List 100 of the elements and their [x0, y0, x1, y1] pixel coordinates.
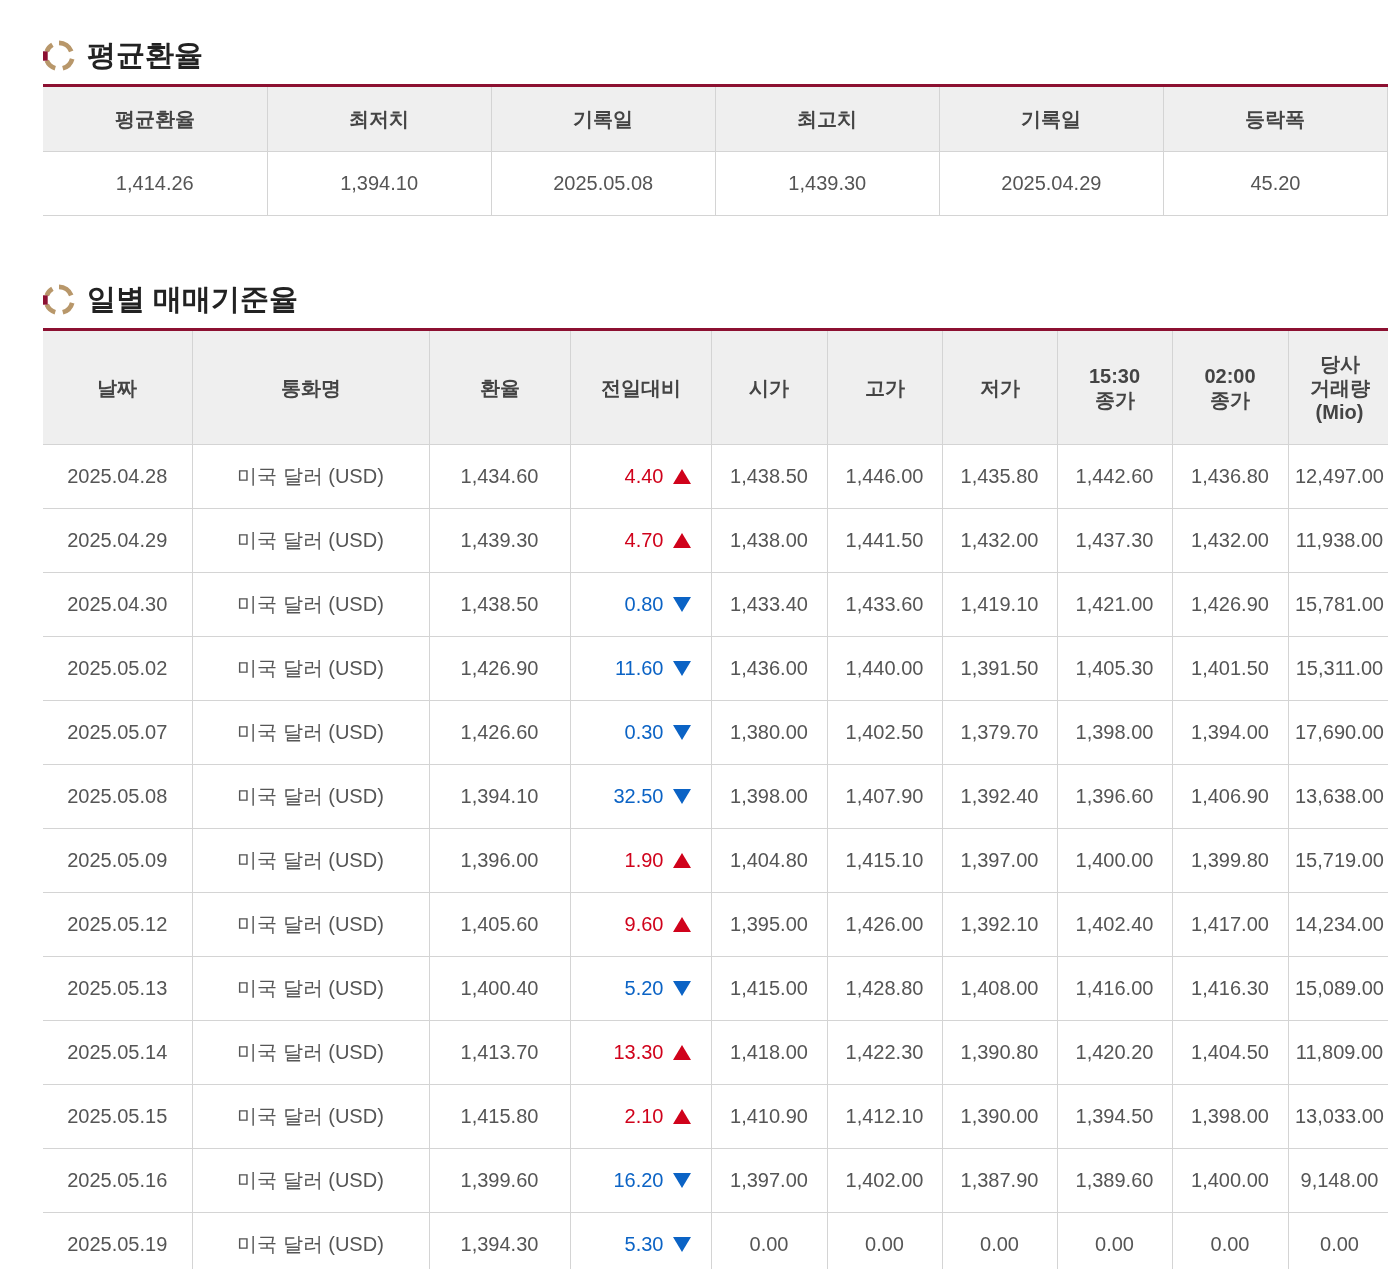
column-header: 평균환율	[43, 85, 268, 152]
table-cell: 1,402.00	[827, 1148, 942, 1213]
table-cell: 1,405.60	[429, 892, 570, 957]
table-cell: 1,391.50	[942, 636, 1057, 701]
table-cell: 1,401.50	[1172, 636, 1288, 701]
table-cell: 미국 달러 (USD)	[192, 828, 429, 893]
table-cell: 1,435.80	[942, 444, 1057, 509]
table-cell: 1,420.20	[1057, 1020, 1172, 1085]
table-cell: 1,399.60	[429, 1148, 570, 1213]
table-cell: 1,442.60	[1057, 444, 1172, 509]
table-cell: 미국 달러 (USD)	[192, 508, 429, 573]
table-cell: 1,416.30	[1172, 956, 1288, 1021]
table-cell: 1,387.90	[942, 1148, 1057, 1213]
change-value: 4.70	[624, 529, 664, 552]
table-cell: 1,441.50	[827, 508, 942, 573]
column-header: 기록일	[491, 85, 716, 152]
column-header: 저가	[942, 329, 1057, 445]
table-cell: 1,408.00	[942, 956, 1057, 1021]
table-cell: 1,426.90	[429, 636, 570, 701]
table-cell: 2025.05.08	[43, 764, 192, 829]
change-value: 5.20	[624, 977, 664, 1000]
table-cell: 1,404.50	[1172, 1020, 1288, 1085]
table-cell: 1,396.00	[429, 828, 570, 893]
table-cell: 1,402.40	[1057, 892, 1172, 957]
table-cell: 1,397.00	[942, 828, 1057, 893]
table-cell: 45.20	[1163, 151, 1388, 216]
table-cell: 1,432.00	[942, 508, 1057, 573]
table-cell: 1,410.90	[711, 1084, 827, 1149]
change-value: 32.50	[613, 785, 664, 808]
change-value: 2.10	[624, 1105, 664, 1128]
table-cell: 2025.04.29	[939, 151, 1164, 216]
column-header: 최고치	[715, 85, 940, 152]
table-cell: 미국 달러 (USD)	[192, 764, 429, 829]
table-cell: 1,439.30	[715, 151, 940, 216]
table-cell: 1,432.00	[1172, 508, 1288, 573]
table-cell: 1,415.10	[827, 828, 942, 893]
change-value: 11.60	[614, 657, 664, 680]
table-cell: 2025.05.12	[43, 892, 192, 957]
section-title: 평균환율	[87, 38, 203, 73]
table-cell: 미국 달러 (USD)	[192, 1148, 429, 1213]
table-cell: 2025.05.09	[43, 828, 192, 893]
table-cell: 1,394.00	[1172, 700, 1288, 765]
table-cell: 1,446.00	[827, 444, 942, 509]
column-header: 통화명	[192, 329, 429, 445]
table-cell: 1,414.26	[43, 151, 268, 216]
table-cell: 1,397.00	[711, 1148, 827, 1213]
table-cell: 1,438.00	[711, 508, 827, 573]
table-cell: 1,407.90	[827, 764, 942, 829]
change-value: 0.30	[624, 721, 664, 744]
table-cell: 1,412.10	[827, 1084, 942, 1149]
column-header: 전일대비	[570, 329, 711, 445]
table-cell: 1,394.10	[429, 764, 570, 829]
table-cell: 1,398.00	[711, 764, 827, 829]
table-cell: 1,438.50	[429, 572, 570, 637]
table-cell: 1,426.60	[429, 700, 570, 765]
table-cell: 1,436.80	[1172, 444, 1288, 509]
table-cell: 1,392.10	[942, 892, 1057, 957]
table-cell: 1,398.00	[1172, 1084, 1288, 1149]
table-cell: 2025.04.29	[43, 508, 192, 573]
table-cell: 1,394.10	[267, 151, 492, 216]
table-cell: 1,399.80	[1172, 828, 1288, 893]
table-cell: 1,440.00	[827, 636, 942, 701]
table-cell: 2025.05.07	[43, 700, 192, 765]
table-cell: 1,439.30	[429, 508, 570, 573]
table-cell: 1,418.00	[711, 1020, 827, 1085]
table-cell: 미국 달러 (USD)	[192, 700, 429, 765]
change-value: 5.30	[624, 1233, 664, 1256]
table-cell: 1,426.90	[1172, 572, 1288, 637]
table-cell: 미국 달러 (USD)	[192, 892, 429, 957]
table-cell: 1,433.60	[827, 572, 942, 637]
table-cell: 2025.05.08	[491, 151, 716, 216]
table-cell: 미국 달러 (USD)	[192, 444, 429, 509]
change-value: 13.30	[613, 1041, 664, 1064]
table-cell: 1,421.00	[1057, 572, 1172, 637]
table-cell: 1,413.70	[429, 1020, 570, 1085]
table-cell: 1,426.00	[827, 892, 942, 957]
column-header: 최저치	[267, 85, 492, 152]
table-cell: 1,400.00	[1172, 1148, 1288, 1213]
table-cell: 1,400.00	[1057, 828, 1172, 893]
table-cell: 1,395.00	[711, 892, 827, 957]
table-cell: 2025.05.14	[43, 1020, 192, 1085]
table-cell: 1,406.90	[1172, 764, 1288, 829]
table-cell: 미국 달러 (USD)	[192, 1020, 429, 1085]
table-cell: 1,433.40	[711, 572, 827, 637]
section-title: 일별 매매기준율	[87, 282, 299, 317]
column-header: 02:00 종가	[1172, 329, 1288, 445]
table-cell: 1,379.70	[942, 700, 1057, 765]
table-cell: 1,415.80	[429, 1084, 570, 1149]
change-value: 4.40	[624, 465, 664, 488]
table-cell: 2025.05.16	[43, 1148, 192, 1213]
table-cell: 1,396.60	[1057, 764, 1172, 829]
table-cell: 1,417.00	[1172, 892, 1288, 957]
table-cell: 2025.04.28	[43, 444, 192, 509]
table-cell: 1,389.60	[1057, 1148, 1172, 1213]
table-cell: 1,390.00	[942, 1084, 1057, 1149]
table-cell: 1,404.80	[711, 828, 827, 893]
change-value: 9.60	[624, 913, 664, 936]
column-header: 등락폭	[1163, 85, 1388, 152]
table-cell: 1,438.50	[711, 444, 827, 509]
table-cell: 미국 달러 (USD)	[192, 1084, 429, 1149]
